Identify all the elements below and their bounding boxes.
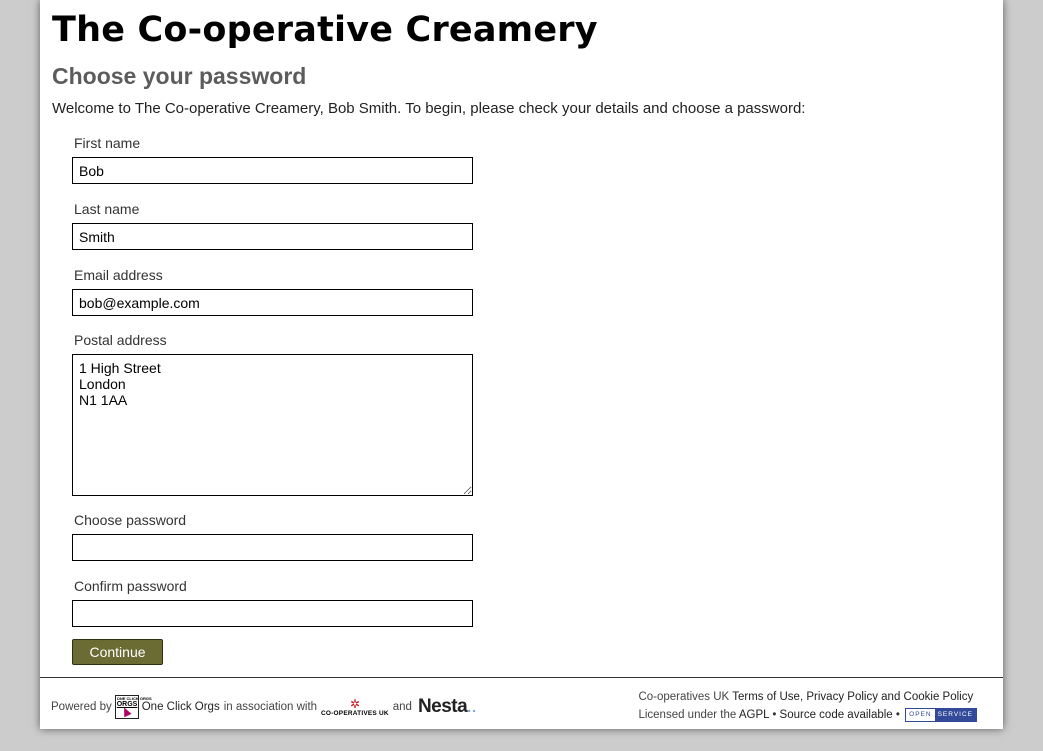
footer-links-line-2: Licensed under the AGPL • Source code av… — [638, 706, 977, 724]
page-container: The Co-operative Creamery Choose your pa… — [40, 0, 1003, 729]
footer: Powered by ONE CLICK ORGS ORGS One Click… — [40, 677, 1003, 730]
intro-text: Welcome to The Co-operative Creamery, Bo… — [52, 100, 806, 117]
choose-password-input[interactable] — [72, 534, 473, 561]
powered-by-text: Powered by — [51, 701, 112, 713]
one-click-orgs-link[interactable]: One Click Orgs — [142, 701, 220, 713]
coops-uk-logo[interactable]: ✲ CO-OPERATIVES UK — [321, 698, 389, 717]
nesta-logo[interactable]: Nesta.. — [418, 696, 477, 718]
in-association-text: in association with — [223, 701, 318, 713]
nesta-dots-icon: .. — [467, 699, 477, 715]
comma-text: , — [799, 691, 804, 703]
first-name-input[interactable] — [72, 157, 473, 184]
continue-button[interactable]: Continue — [72, 639, 163, 665]
email-label: Email address — [74, 267, 163, 283]
open-service-badge-right: SERVICE — [934, 708, 976, 721]
first-name-label: First name — [74, 135, 141, 151]
coops-uk-mark-icon: ✲ — [349, 696, 360, 711]
cookie-policy-link[interactable]: Cookie Policy — [904, 691, 974, 703]
last-name-input[interactable] — [72, 223, 473, 250]
and-text-2: and — [881, 691, 901, 703]
footer-links: Co-operatives UK Terms of Use, Privacy P… — [638, 688, 977, 724]
footer-credits: Powered by ONE CLICK ORGS ORGS One Click… — [51, 692, 477, 722]
page-heading: Choose your password — [52, 63, 307, 89]
confirm-password-input[interactable] — [72, 600, 473, 627]
footer-links-line-1: Co-operatives UK Terms of Use, Privacy P… — [638, 688, 977, 706]
coops-uk-text: Co-operatives UK — [638, 691, 730, 703]
site-title: The Co-operative Creamery — [52, 10, 598, 50]
confirm-password-label: Confirm password — [74, 578, 187, 594]
email-input[interactable] — [72, 289, 473, 316]
one-click-orgs-logo[interactable]: ONE CLICK ORGS ORGS — [114, 695, 152, 719]
choose-password-label: Choose password — [74, 512, 187, 528]
terms-of-use-link[interactable]: Terms of Use — [732, 691, 800, 703]
bullet-separator-2: • — [895, 709, 900, 721]
bullet-separator: • — [772, 709, 777, 721]
postal-address-label: Postal address — [74, 332, 167, 348]
open-service-badge[interactable]: OPEN SERVICE — [905, 707, 977, 722]
coops-uk-logo-text: CO-OPERATIVES UK — [321, 709, 389, 717]
postal-address-textarea[interactable]: 1 High Street London N1 1AA — [72, 354, 473, 496]
licensed-under-text: Licensed under the — [638, 709, 737, 721]
last-name-label: Last name — [74, 201, 140, 217]
source-code-link[interactable]: Source code available — [780, 709, 893, 721]
nesta-logo-text: Nesta — [417, 696, 468, 717]
and-text: and — [392, 701, 412, 713]
agpl-link[interactable]: AGPL — [739, 709, 769, 721]
open-service-badge-left: OPEN — [906, 708, 935, 721]
privacy-policy-link[interactable]: Privacy Policy — [806, 691, 878, 703]
